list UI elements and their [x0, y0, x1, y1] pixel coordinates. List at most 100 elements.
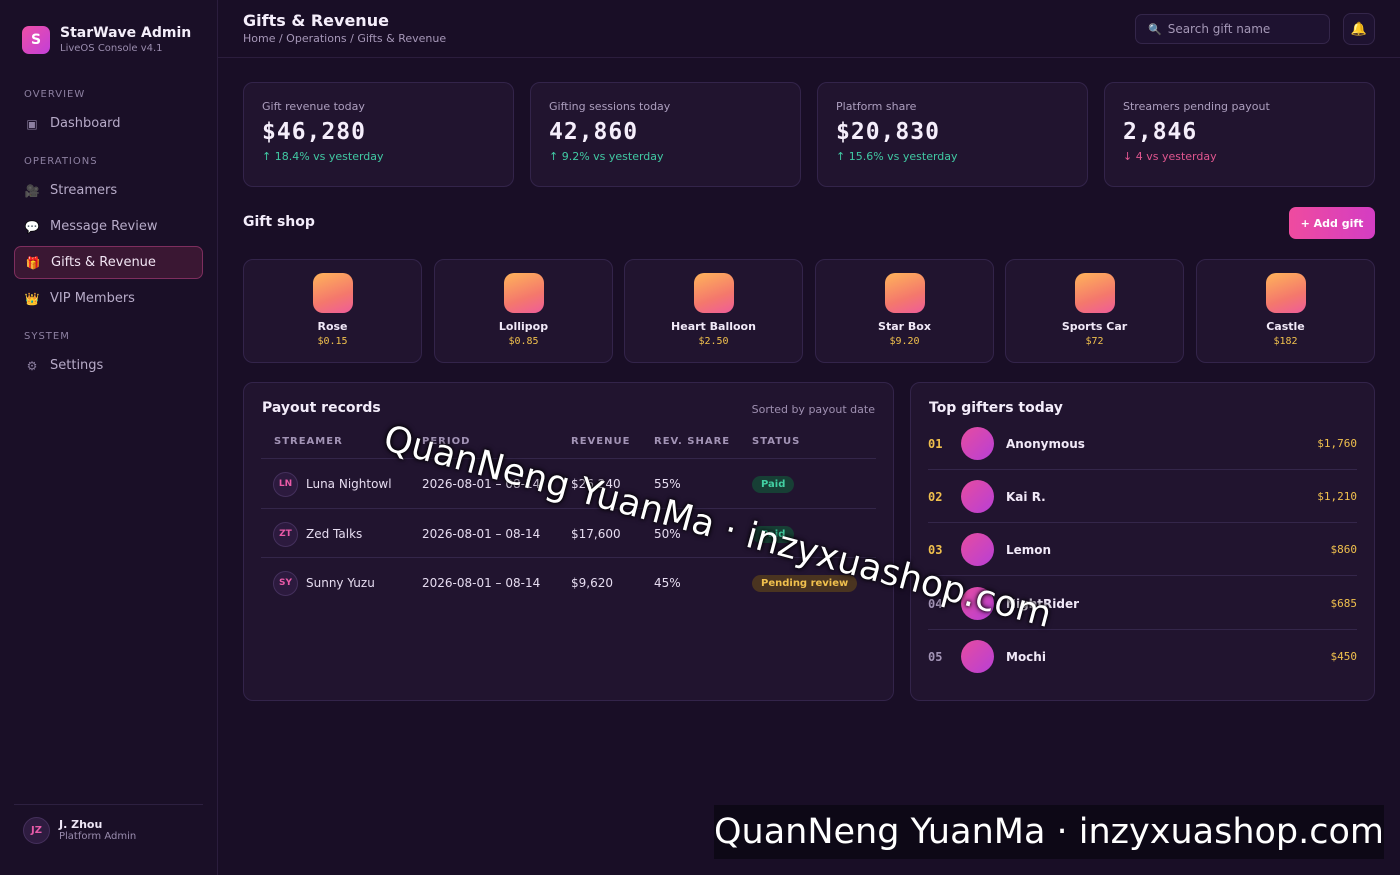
- sidebar-item-label: Streamers: [50, 183, 118, 198]
- gift-shop-title: Gift shop: [243, 214, 315, 230]
- gift-card-star-box[interactable]: Star Box $9.20: [815, 259, 994, 363]
- stat-value: 42,860: [549, 119, 639, 145]
- stat-delta: ↑ 18.4% vs yesterday: [262, 150, 384, 163]
- search-input[interactable]: 🔍 Search gift name: [1135, 14, 1330, 44]
- sidebar-item-message-review[interactable]: 💬 Message Review: [14, 210, 203, 243]
- stat-card-gift-revenue: Gift revenue today $46,280 ↑ 18.4% vs ye…: [243, 82, 514, 187]
- sidebar-item-label: Dashboard: [50, 116, 121, 131]
- gift-image: [1074, 273, 1115, 313]
- list-item[interactable]: 02 Kai R. $1,210: [928, 470, 1357, 523]
- list-item[interactable]: 05 Mochi $450: [928, 630, 1357, 683]
- gift-name: Castle: [1266, 320, 1305, 333]
- gift-card-rose[interactable]: Rose $0.15: [243, 259, 422, 363]
- stat-label: Streamers pending payout: [1123, 100, 1270, 113]
- stat-value: $46,280: [262, 119, 366, 145]
- avatar: [961, 427, 994, 460]
- gift-image: [693, 273, 734, 313]
- stat-label: Platform share: [836, 100, 917, 113]
- avatar: SY: [273, 570, 298, 596]
- stat-label: Gift revenue today: [262, 100, 365, 113]
- gift-image: [1265, 273, 1306, 313]
- nav-section-operations: OPERATIONS: [24, 156, 98, 167]
- list-item[interactable]: 03 Lemon $860: [928, 523, 1357, 576]
- gift-amount: $860: [1330, 543, 1358, 556]
- stat-card-platform-share: Platform share $20,830 ↑ 15.6% vs yester…: [817, 82, 1088, 187]
- gift-card-lollipop[interactable]: Lollipop $0.85: [434, 259, 613, 363]
- bell-icon: 🔔: [1350, 21, 1368, 37]
- stat-label: Gifting sessions today: [549, 100, 671, 113]
- avatar: LN: [273, 471, 298, 497]
- gift-image: [312, 273, 353, 313]
- gifter-name: Kai R.: [1006, 489, 1046, 504]
- status-badge: Paid: [752, 475, 795, 493]
- page-title: Gifts & Revenue: [243, 11, 389, 30]
- search-icon: 🔍: [1148, 22, 1162, 36]
- topbar: Gifts & Revenue Home / Operations / Gift…: [218, 0, 1400, 58]
- gifter-name: Lemon: [1006, 542, 1052, 557]
- gift-price: $182: [1273, 336, 1298, 347]
- sort-note[interactable]: Sorted by payout date: [752, 403, 875, 416]
- column-header-status[interactable]: STATUS: [752, 436, 800, 447]
- stat-delta: ↑ 9.2% vs yesterday: [549, 150, 664, 163]
- gift-image: [503, 273, 544, 313]
- gifter-name: Anonymous: [1006, 436, 1085, 451]
- brand-logo: S: [22, 26, 50, 54]
- gift-card-heart-balloon[interactable]: Heart Balloon $2.50: [624, 259, 803, 363]
- stat-card-pending-payout: Streamers pending payout 2,846 ↓ 4 vs ye…: [1104, 82, 1375, 187]
- add-gift-button[interactable]: + Add gift: [1289, 207, 1375, 239]
- avatar: ZT: [273, 521, 298, 547]
- sidebar-item-dashboard[interactable]: ▣ Dashboard: [14, 107, 203, 140]
- sidebar-item-gifts-revenue[interactable]: 🎁 Gifts & Revenue: [14, 246, 203, 279]
- stat-value: $20,830: [836, 119, 940, 145]
- top-gifters-panel: Top gifters today 01 Anonymous $1,760 02…: [910, 382, 1375, 701]
- user-profile[interactable]: JZ J. Zhou Platform Admin: [14, 804, 203, 844]
- gift-price: $72: [1085, 336, 1104, 347]
- avatar: [961, 640, 994, 673]
- avatar: JZ: [23, 817, 50, 844]
- watermark-banner: QuanNeng YuanMa · inzyxuashop.com: [714, 805, 1384, 859]
- panel-title: Payout records: [262, 400, 381, 416]
- gift-amount: $1,210: [1317, 490, 1357, 503]
- breadcrumb[interactable]: Home / Operations / Gifts & Revenue: [243, 32, 446, 45]
- gear-icon: ⚙: [26, 358, 38, 373]
- gift-icon: 🎁: [25, 255, 41, 270]
- column-header-revenue[interactable]: REVENUE: [571, 436, 630, 447]
- gift-name: Heart Balloon: [671, 320, 756, 333]
- column-header-streamer[interactable]: STREAMER: [274, 436, 343, 447]
- gift-price: $0.15: [317, 336, 348, 347]
- column-header-rev-share[interactable]: REV. SHARE: [654, 436, 730, 447]
- sidebar: S StarWave Admin LiveOS Console v4.1 OVE…: [0, 0, 218, 875]
- period: 2026-08-01 – 08-14: [422, 576, 541, 590]
- avatar: [961, 480, 994, 513]
- user-name: J. Zhou: [59, 818, 103, 831]
- nav-section-system: SYSTEM: [24, 331, 70, 342]
- stat-delta: ↓ 4 vs yesterday: [1123, 150, 1217, 163]
- brand[interactable]: S StarWave Admin LiveOS Console v4.1: [22, 25, 191, 55]
- sidebar-item-settings[interactable]: ⚙ Settings: [14, 349, 203, 382]
- gift-card-sports-car[interactable]: Sports Car $72: [1005, 259, 1184, 363]
- sidebar-item-streamers[interactable]: 🎥 Streamers: [14, 174, 203, 207]
- gift-name: Star Box: [878, 320, 931, 333]
- sidebar-item-label: VIP Members: [50, 291, 135, 306]
- gift-amount: $1,760: [1317, 437, 1357, 450]
- sidebar-item-label: Message Review: [50, 219, 158, 234]
- revenue: $9,620: [571, 576, 613, 590]
- streamer-name: Sunny Yuzu: [306, 576, 375, 590]
- camera-icon: 🎥: [24, 183, 40, 198]
- notifications-button[interactable]: 🔔: [1343, 13, 1375, 45]
- gifter-name: Mochi: [1006, 649, 1046, 664]
- gift-name: Sports Car: [1061, 320, 1128, 333]
- gift-price: $9.20: [889, 336, 920, 347]
- gift-card-castle[interactable]: Castle $182: [1196, 259, 1375, 363]
- avatar: [961, 533, 994, 566]
- sidebar-item-vip-members[interactable]: 👑 VIP Members: [14, 282, 203, 315]
- sidebar-item-label: Gifts & Revenue: [51, 255, 156, 270]
- period: 2026-08-01 – 08-14: [422, 527, 541, 541]
- panel-title: Top gifters today: [929, 400, 1063, 416]
- list-item[interactable]: 01 Anonymous $1,760: [928, 417, 1357, 470]
- stat-card-gifting-sessions: Gifting sessions today 42,860 ↑ 9.2% vs …: [530, 82, 801, 187]
- brand-subtitle: LiveOS Console v4.1: [60, 43, 163, 54]
- streamer-name: Luna Nightowl: [306, 477, 392, 491]
- dashboard-icon: ▣: [26, 116, 38, 131]
- rank: 02: [928, 489, 943, 504]
